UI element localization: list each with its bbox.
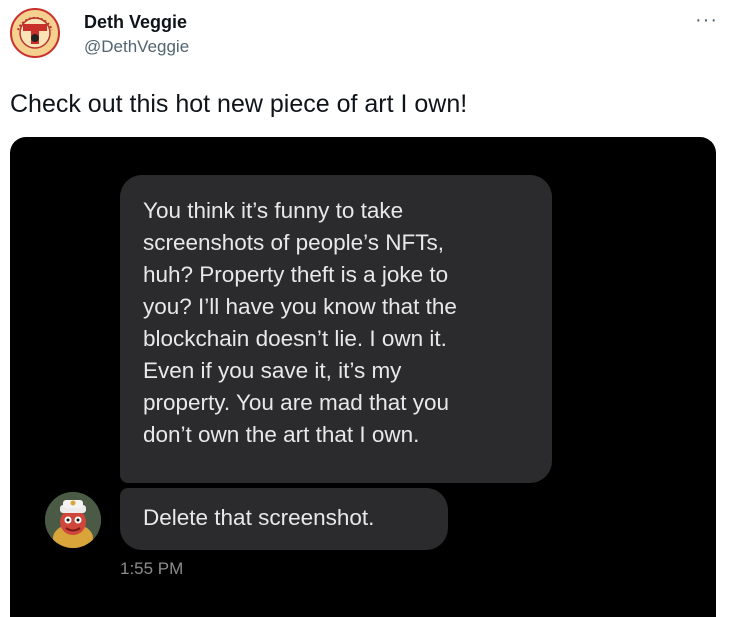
- message-line: you? I’ll have you know that the: [143, 294, 457, 319]
- author-avatar[interactable]: [10, 8, 60, 58]
- message-line: screenshots of people’s NFTs,: [143, 230, 444, 255]
- message-line: You think it’s funny to take: [143, 198, 404, 223]
- message-line: don’t own the art that I own.: [143, 422, 420, 447]
- author-handle[interactable]: @DethVeggie: [84, 37, 189, 57]
- tweet-media[interactable]: You think it’s funny to take screenshots…: [10, 137, 716, 617]
- message-timestamp: 1:55 PM: [120, 559, 184, 578]
- tweet-text: Check out this hot new piece of art I ow…: [10, 90, 468, 118]
- message-bubble: You think it’s funny to take screenshots…: [120, 175, 552, 483]
- more-horizontal-icon[interactable]: ···: [695, 10, 718, 30]
- author-name[interactable]: Deth Veggie: [84, 12, 187, 33]
- message-bubble: Delete that screenshot.: [120, 488, 448, 550]
- message-line: blockchain doesn’t lie. I own it.: [143, 326, 447, 351]
- message-line: Even if you save it, it’s my: [143, 358, 402, 383]
- message-line: property. You are mad that you: [143, 390, 450, 415]
- sender-avatar: [45, 492, 101, 548]
- message-line: huh? Property theft is a joke to: [143, 262, 449, 287]
